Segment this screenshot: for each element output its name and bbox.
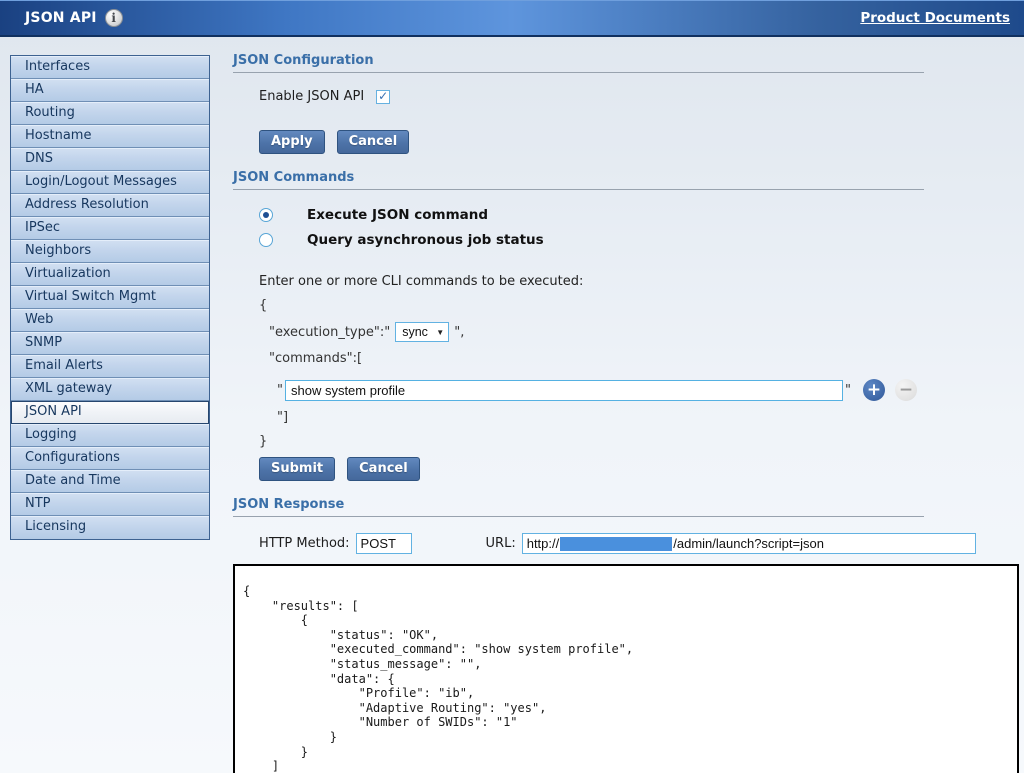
sidebar-item-dns[interactable]: DNS bbox=[11, 148, 209, 171]
json-close-brace: } bbox=[259, 434, 1019, 449]
sidebar-menu: InterfacesHARoutingHostnameDNSLogin/Logo… bbox=[10, 55, 210, 540]
sidebar-item-virtualization[interactable]: Virtualization bbox=[11, 263, 209, 286]
url-redaction-box bbox=[560, 537, 672, 551]
header-bar: JSON API i Product Documents bbox=[0, 0, 1024, 37]
sidebar-item-date-and-time[interactable]: Date and Time bbox=[11, 470, 209, 493]
execution-type-suffix: ", bbox=[454, 325, 464, 340]
info-icon[interactable]: i bbox=[105, 9, 123, 27]
sidebar-item-configurations[interactable]: Configurations bbox=[11, 447, 209, 470]
command-close-quote: " bbox=[845, 383, 851, 398]
commands-array-open: "commands":[ bbox=[259, 351, 1019, 366]
main-content: JSON Configuration Enable JSON API ✓ App… bbox=[233, 53, 1019, 773]
sidebar-item-ntp[interactable]: NTP bbox=[11, 493, 209, 516]
url-input[interactable]: http:// /admin/launch?script=json bbox=[522, 533, 976, 554]
add-command-button[interactable]: + bbox=[863, 379, 885, 401]
remove-command-button[interactable]: − bbox=[895, 379, 917, 401]
product-documents-link[interactable]: Product Documents bbox=[860, 10, 1010, 26]
url-suffix: /admin/launch?script=json bbox=[673, 536, 824, 551]
execution-type-value: sync bbox=[402, 325, 428, 339]
sidebar-item-virtual-switch-mgmt[interactable]: Virtual Switch Mgmt bbox=[11, 286, 209, 309]
http-method-label: HTTP Method: bbox=[259, 536, 350, 551]
sidebar-item-ha[interactable]: HA bbox=[11, 79, 209, 102]
submit-button[interactable]: Submit bbox=[259, 457, 335, 481]
sidebar-item-xml-gateway[interactable]: XML gateway bbox=[11, 378, 209, 401]
execution-type-select[interactable]: sync ▼ bbox=[395, 322, 449, 342]
json-open-brace: { bbox=[259, 298, 1019, 313]
url-label: URL: bbox=[486, 536, 516, 551]
json-response-text: { "results": [ { "status": "OK", "execut… bbox=[235, 566, 1017, 773]
commands-cancel-button[interactable]: Cancel bbox=[347, 457, 420, 481]
sidebar-item-email-alerts[interactable]: Email Alerts bbox=[11, 355, 209, 378]
radio-execute-label: Execute JSON command bbox=[307, 207, 488, 223]
command-open-quote: " bbox=[277, 383, 283, 398]
sidebar-item-licensing[interactable]: Licensing bbox=[11, 516, 209, 539]
sidebar-item-logging[interactable]: Logging bbox=[11, 424, 209, 447]
url-prefix: http:// bbox=[527, 536, 560, 551]
commands-array-close: "] bbox=[259, 410, 1019, 425]
cli-instruction-text: Enter one or more CLI commands to be exe… bbox=[259, 274, 1019, 289]
radio-query-label: Query asynchronous job status bbox=[307, 232, 544, 248]
execution-type-prefix: "execution_type":" bbox=[269, 325, 390, 340]
sidebar-item-interfaces[interactable]: Interfaces bbox=[11, 56, 209, 79]
enable-json-label: Enable JSON API bbox=[259, 89, 364, 104]
radio-query[interactable] bbox=[259, 233, 273, 247]
sidebar-item-neighbors[interactable]: Neighbors bbox=[11, 240, 209, 263]
json-response-output[interactable]: { "results": [ { "status": "OK", "execut… bbox=[233, 564, 1019, 773]
http-method-input[interactable] bbox=[356, 533, 412, 554]
apply-button[interactable]: Apply bbox=[259, 130, 325, 154]
sidebar-item-snmp[interactable]: SNMP bbox=[11, 332, 209, 355]
sidebar-item-address-resolution[interactable]: Address Resolution bbox=[11, 194, 209, 217]
cli-command-input[interactable] bbox=[285, 380, 843, 401]
sidebar-item-json-api[interactable]: JSON API bbox=[11, 401, 209, 424]
radio-execute[interactable] bbox=[259, 208, 273, 222]
section-heading-response: JSON Response bbox=[233, 497, 924, 517]
sidebar-item-routing[interactable]: Routing bbox=[11, 102, 209, 125]
sidebar-item-web[interactable]: Web bbox=[11, 309, 209, 332]
sidebar-item-login-logout-messages[interactable]: Login/Logout Messages bbox=[11, 171, 209, 194]
sidebar-item-hostname[interactable]: Hostname bbox=[11, 125, 209, 148]
page-title: JSON API bbox=[25, 10, 97, 26]
checkmark-icon: ✓ bbox=[378, 90, 388, 102]
section-heading-commands: JSON Commands bbox=[233, 170, 924, 190]
radio-dot bbox=[263, 212, 269, 218]
config-cancel-button[interactable]: Cancel bbox=[337, 130, 410, 154]
sidebar-item-ipsec[interactable]: IPSec bbox=[11, 217, 209, 240]
chevron-down-icon: ▼ bbox=[436, 328, 444, 337]
enable-json-checkbox[interactable]: ✓ bbox=[376, 90, 390, 104]
section-heading-configuration: JSON Configuration bbox=[233, 53, 924, 73]
